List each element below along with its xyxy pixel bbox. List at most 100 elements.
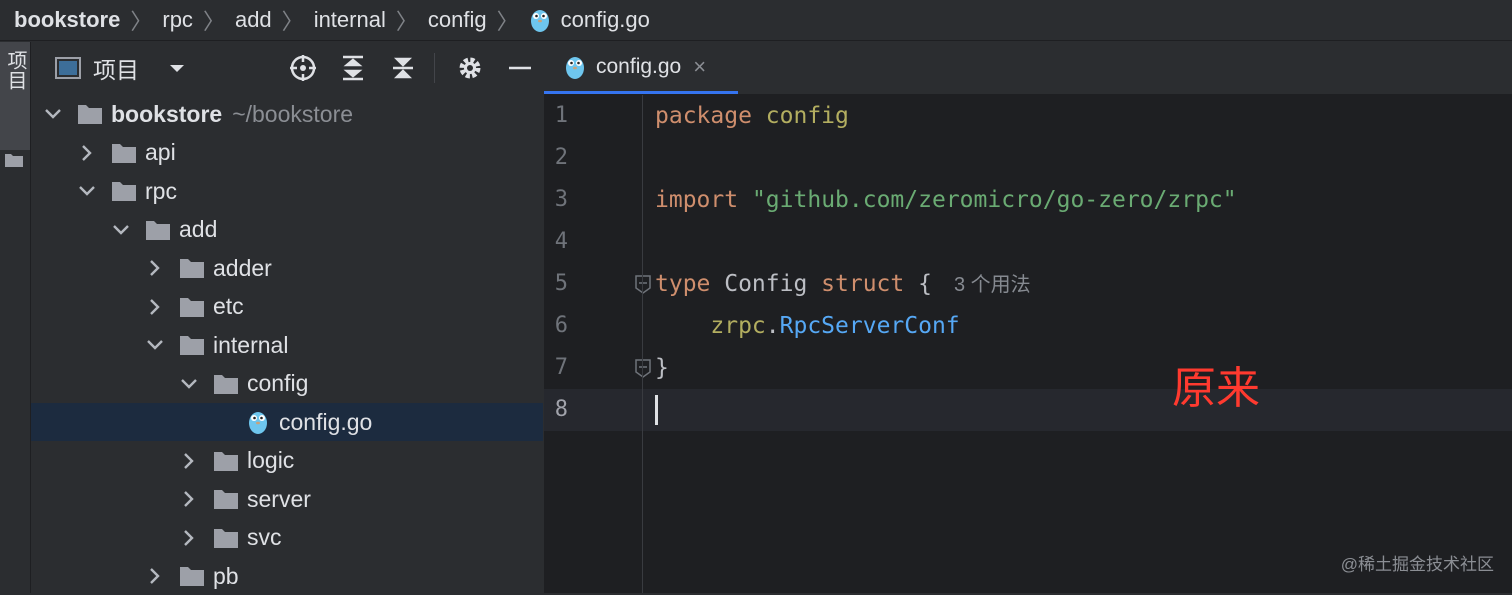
code-token: config <box>765 103 849 129</box>
project-view-selector[interactable]: 项目 <box>93 51 139 85</box>
chevron-right-icon[interactable] <box>179 489 199 509</box>
breadcrumb-label: config <box>427 7 487 32</box>
chevron-right-icon[interactable] <box>145 566 165 586</box>
project-tool-button[interactable]: 项目 <box>0 42 30 150</box>
chevron-right-icon[interactable] <box>145 258 165 278</box>
tree-item-label: rpc <box>145 177 177 204</box>
breadcrumb-item[interactable]: internal <box>314 7 386 33</box>
breadcrumb-separator-icon: 〉 <box>395 9 418 34</box>
tree-item-logic[interactable]: logic <box>31 442 543 480</box>
chevron-down-icon[interactable] <box>111 220 131 240</box>
gear-icon[interactable] <box>455 53 485 83</box>
code-area[interactable]: 1 package config 2 3 import "github.com/zero… <box>544 95 1512 593</box>
tree-item-label: logic <box>247 447 295 473</box>
code-text: package config <box>655 95 849 137</box>
folder-icon <box>214 490 238 509</box>
code-line[interactable]: 2 <box>544 137 1512 179</box>
code-line[interactable]: 3 import "github.com/zeromicro/go-zero/zr… <box>544 179 1512 221</box>
close-icon[interactable]: × <box>693 54 706 80</box>
chevron-down-icon[interactable] <box>145 335 165 355</box>
chevron-down-icon[interactable] <box>179 374 199 394</box>
tree-item-label: adder <box>213 254 272 281</box>
project-toolbar: 项目 <box>31 42 543 94</box>
tab-config-go[interactable]: config.go × <box>544 42 738 94</box>
go-file-icon <box>249 412 267 434</box>
breadcrumb-item[interactable]: bookstore <box>14 7 120 33</box>
fold-icon[interactable] <box>634 274 652 294</box>
chevron-right-icon[interactable] <box>77 143 97 163</box>
tree-item-label: internal <box>213 331 289 358</box>
code-line[interactable]: 8 <box>544 389 1512 431</box>
line-number: 4 <box>554 229 568 254</box>
code-token: . <box>765 313 780 339</box>
tree-item-label: config.go <box>279 408 373 435</box>
chevron-right-icon[interactable] <box>179 451 199 471</box>
breadcrumb-item[interactable]: add <box>235 7 272 33</box>
locate-icon[interactable] <box>288 53 318 83</box>
tree-item-internal[interactable]: internal <box>31 326 543 364</box>
code-text: type Config struct {3 个用法 <box>655 263 1031 306</box>
tree-item-label: add <box>179 216 218 242</box>
line-number: 2 <box>554 145 568 170</box>
tree-item-label: svc <box>247 524 282 550</box>
minimize-icon[interactable] <box>505 53 535 83</box>
breadcrumb: bookstore 〉 rpc 〉 add 〉 internal 〉 config 〉 config… <box>0 0 1512 41</box>
breadcrumb-separator-icon: 〉 <box>496 9 519 34</box>
code-line[interactable]: 6 zrpc.RpcServerConf <box>544 305 1512 347</box>
folder-icon <box>180 259 204 278</box>
line-number: 5 <box>554 271 568 296</box>
breadcrumb-item[interactable]: rpc <box>162 7 193 33</box>
annotation-label: 原来 <box>1172 363 1260 414</box>
tree-item-adder[interactable]: adder <box>31 249 543 287</box>
tree-item-api[interactable]: api <box>31 134 543 172</box>
folder-icon <box>146 220 170 240</box>
project-tool-label: 项目 <box>4 50 26 90</box>
line-number: 7 <box>554 355 568 380</box>
code-line[interactable]: 7} <box>544 347 1512 389</box>
folder-icon <box>180 336 204 355</box>
collapse-all-icon[interactable] <box>388 53 418 83</box>
expand-all-icon[interactable] <box>338 53 368 83</box>
chevron-right-icon[interactable] <box>179 528 199 548</box>
breadcrumb-item[interactable]: config <box>428 7 487 33</box>
folder-icon <box>214 528 238 548</box>
tree-item-pb[interactable]: pb <box>31 557 543 595</box>
tree-item-add[interactable]: add <box>31 211 543 249</box>
project-view-icon <box>55 57 81 79</box>
tree-item-config[interactable]: config <box>31 365 543 403</box>
code-line[interactable]: 5 type Config struct {3 个用法 <box>544 263 1512 305</box>
fold-icon[interactable] <box>634 358 652 378</box>
editor: config.go × 1 package config 2 3 import "git… <box>544 42 1512 593</box>
code-token: { <box>904 271 932 297</box>
tree-item-server[interactable]: server <box>31 480 543 518</box>
tree-item-label: bookstore <box>111 100 223 127</box>
editor-tab-bar: config.go × <box>544 42 1512 95</box>
code-text: } <box>655 347 669 389</box>
chevron-down-icon[interactable] <box>43 104 63 124</box>
gutter-divider <box>642 95 643 593</box>
tree-item-svc[interactable]: svc <box>31 519 543 557</box>
folder-icon <box>5 154 23 167</box>
tree-item-label: config <box>247 370 309 396</box>
code-line[interactable]: 1 package config <box>544 95 1512 137</box>
breadcrumb-separator-icon: 〉 <box>202 9 225 34</box>
tree-item-rpc[interactable]: rpc <box>31 172 543 210</box>
tree-item-label: api <box>145 139 176 165</box>
folder-icon <box>214 451 238 471</box>
project-panel: 项目 bookstore ~/bookstore api rpc add adder etc… <box>31 42 543 593</box>
tree-item-bookstore[interactable]: bookstore ~/bookstore <box>31 95 543 133</box>
chevron-down-icon[interactable] <box>167 58 187 78</box>
breadcrumb-label: config.go <box>560 7 650 32</box>
folder-icon <box>112 143 136 163</box>
code-token: struct <box>821 271 905 297</box>
chevron-down-icon[interactable] <box>77 181 97 201</box>
breadcrumb-item[interactable]: config.go <box>529 7 650 33</box>
code-line[interactable]: 4 <box>544 221 1512 263</box>
tree-item-config-go[interactable]: config.go <box>31 403 543 441</box>
tree-item-label: server <box>247 485 311 512</box>
chevron-right-icon[interactable] <box>145 297 165 317</box>
usages-inlay-hint[interactable]: 3 个用法 <box>954 274 1031 296</box>
tree-item-etc[interactable]: etc <box>31 288 543 326</box>
